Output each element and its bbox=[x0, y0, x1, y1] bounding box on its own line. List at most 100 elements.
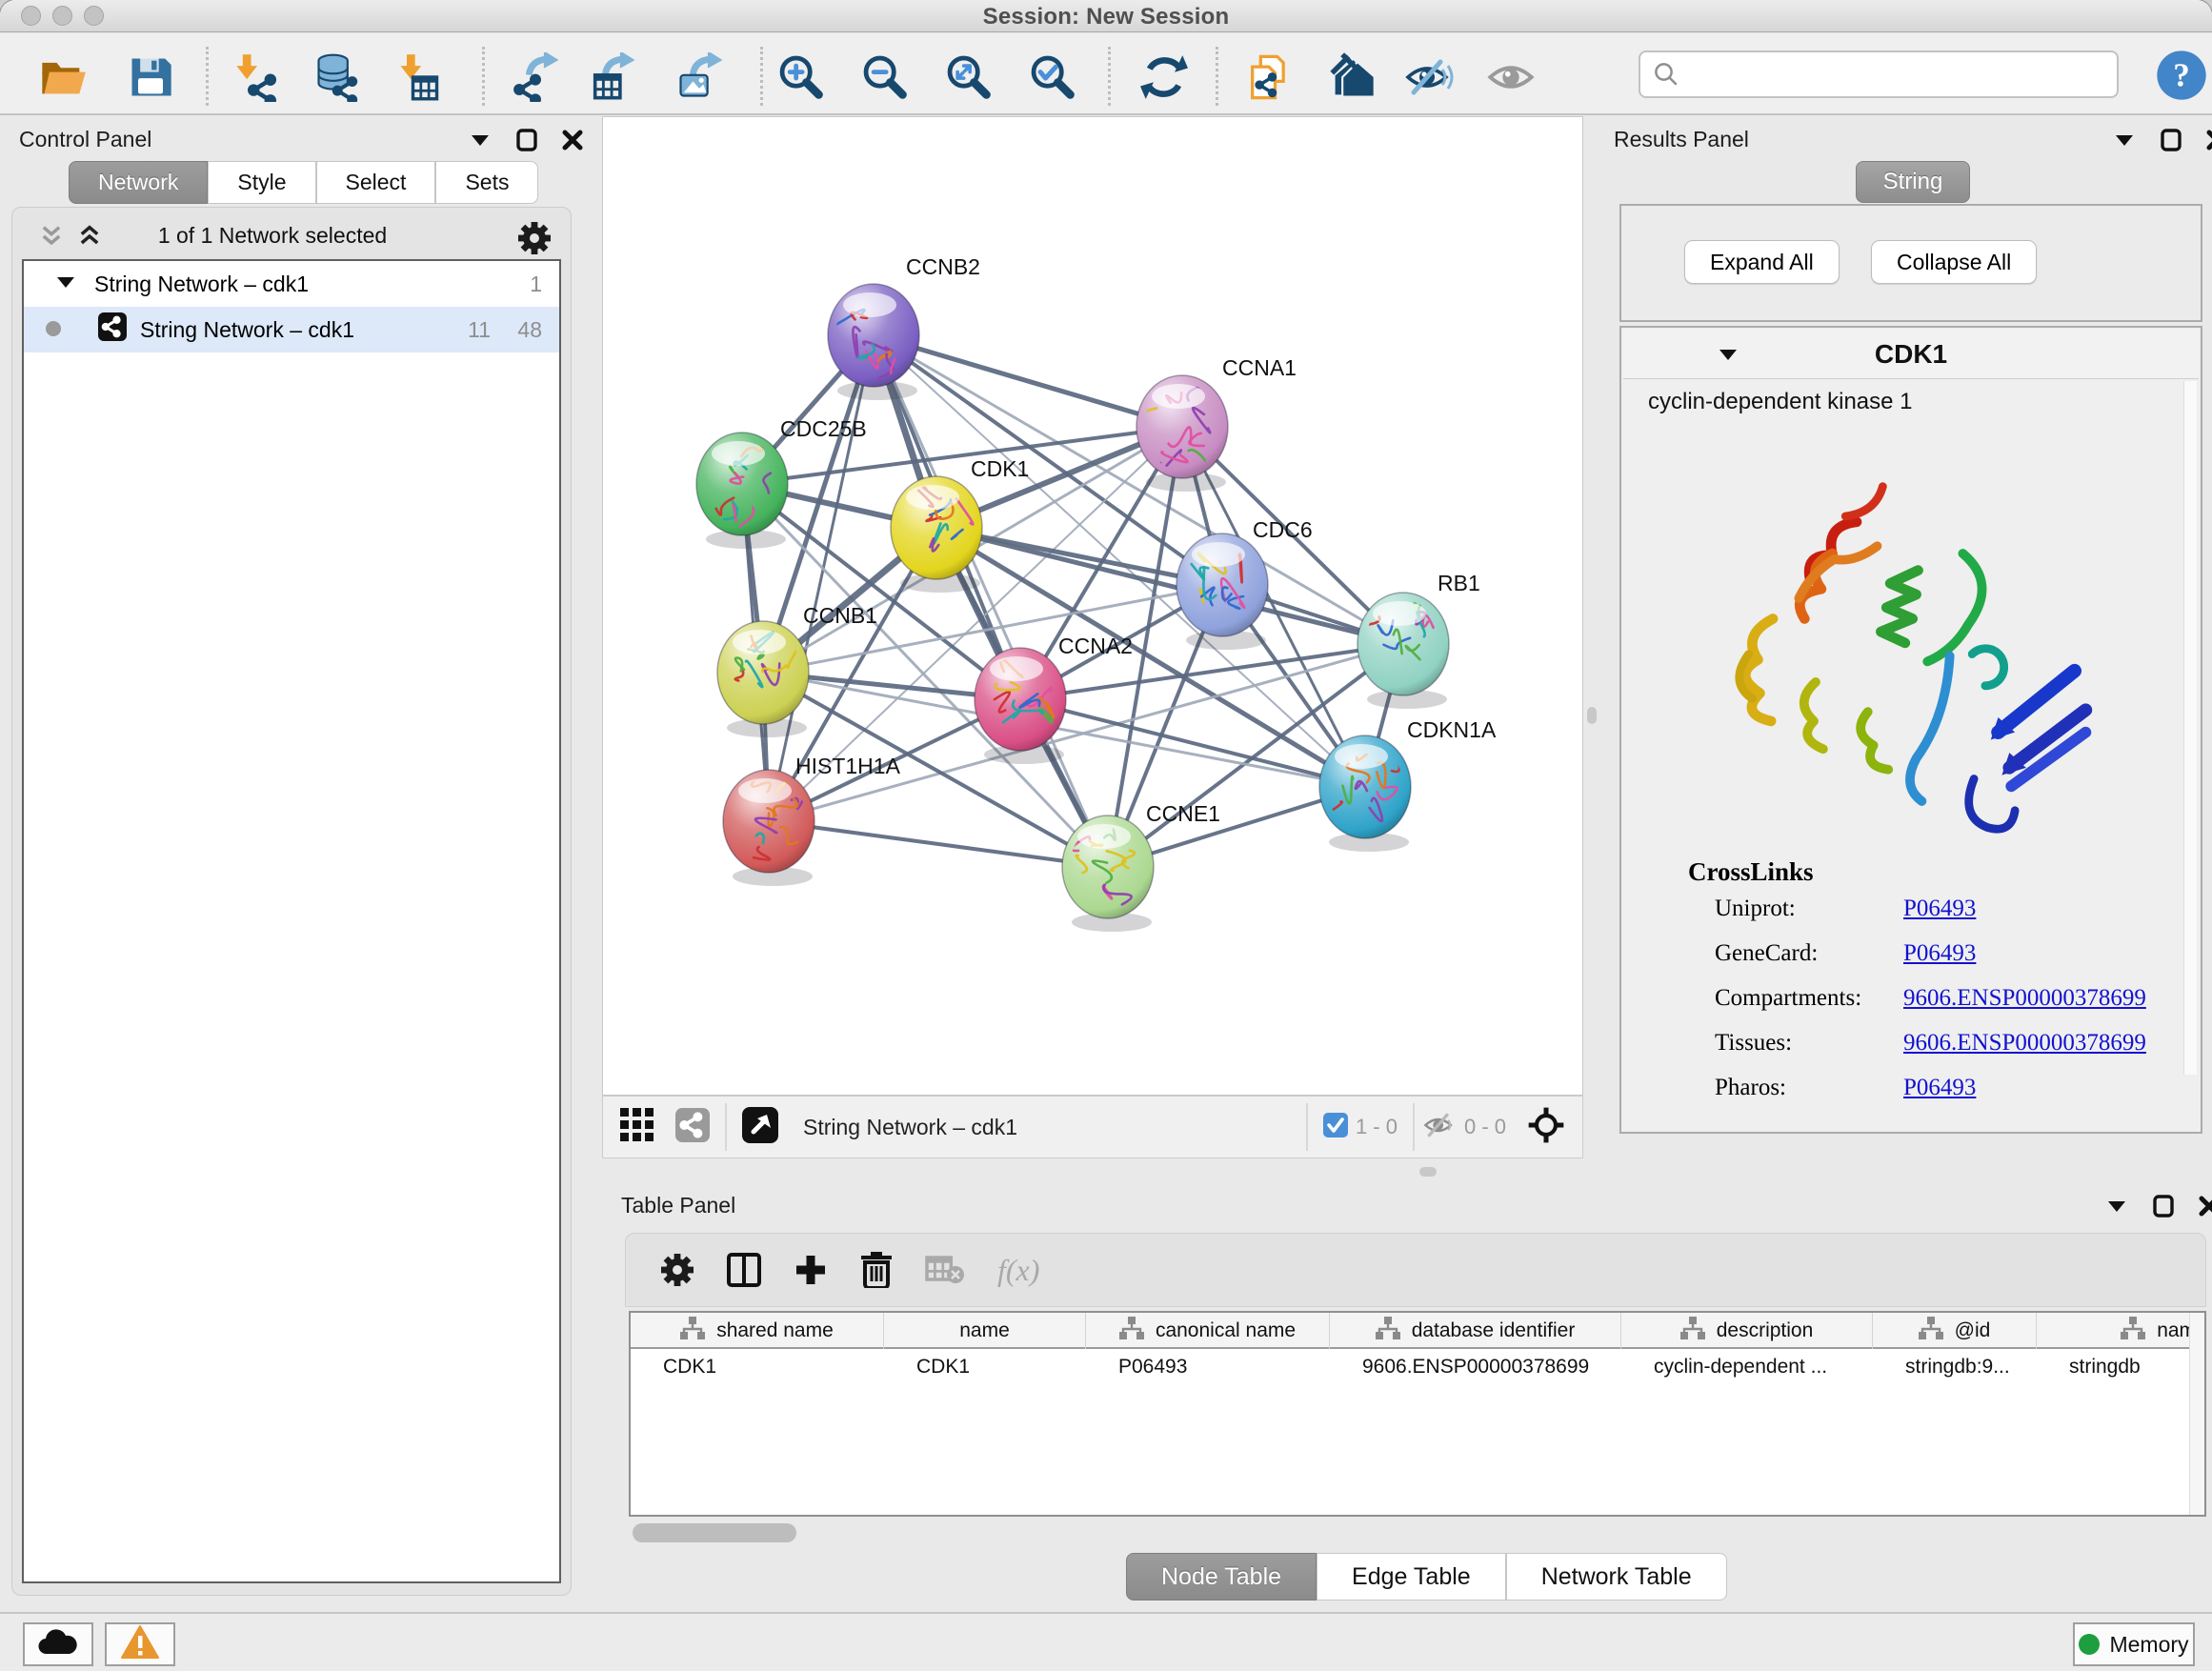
export-table-button[interactable] bbox=[585, 52, 638, 106]
import-network-database-button[interactable] bbox=[311, 52, 364, 106]
memory-status-dot-icon bbox=[2079, 1634, 2100, 1655]
tab-string[interactable]: String bbox=[1856, 161, 1970, 203]
selected-checkbox-icon[interactable] bbox=[1323, 1113, 1348, 1142]
network-canvas[interactable]: CCNB2CCNA1CDC25BCDK1CDC6RB1CCNB1CCNA2CDK… bbox=[602, 116, 1583, 1096]
table-vertical-scrollbar[interactable] bbox=[2189, 1313, 2204, 1515]
svg-text:?: ? bbox=[2173, 57, 2190, 94]
crosslink-link[interactable]: P06493 bbox=[1903, 1075, 1976, 1101]
table-row[interactable]: CDK1CDK1P064939606.ENSP00000378699cyclin… bbox=[631, 1349, 2206, 1385]
clone-network-button[interactable] bbox=[1242, 52, 1296, 106]
panel-float-button[interactable] bbox=[469, 131, 492, 149]
gene-description: cyclin-dependent kinase 1 bbox=[1648, 389, 1913, 415]
clear-table-icon bbox=[925, 1254, 965, 1286]
crosslink-row: Pharos:P06493 bbox=[1715, 1075, 2172, 1119]
results-panel-title: Results Panel bbox=[1614, 127, 1749, 152]
status-bar: Memory bbox=[0, 1612, 2212, 1671]
column-header-canonical-name[interactable]: canonical name bbox=[1086, 1313, 1330, 1349]
table-options-gear-icon[interactable] bbox=[660, 1253, 694, 1287]
open-session-button[interactable] bbox=[36, 52, 90, 106]
tab-network-table[interactable]: Network Table bbox=[1506, 1553, 1727, 1601]
column-header-@id[interactable]: @id bbox=[1873, 1313, 2037, 1349]
cloud-button[interactable] bbox=[23, 1622, 93, 1666]
horizontal-splitter[interactable] bbox=[602, 1158, 2212, 1185]
panel-maximize-button[interactable] bbox=[516, 129, 537, 151]
results-scrollbar[interactable] bbox=[2183, 381, 2197, 1075]
tab-node-table[interactable]: Node Table bbox=[1126, 1553, 1317, 1601]
vertical-splitter[interactable] bbox=[1583, 116, 1600, 1158]
zoom-out-button[interactable] bbox=[857, 52, 911, 106]
network-list-panel: 1 of 1 Network selected String Network –… bbox=[11, 207, 572, 1596]
hierarchy-icon bbox=[1119, 1316, 1144, 1346]
birds-eye-view-icon[interactable] bbox=[620, 1108, 654, 1147]
table-cell[interactable]: CDK1 bbox=[631, 1349, 884, 1385]
home-button[interactable] bbox=[1326, 52, 1379, 106]
crosslink-link[interactable]: 9606.ENSP00000378699 bbox=[1903, 985, 2146, 1012]
zoom-fit-button[interactable] bbox=[941, 52, 995, 106]
network-collection-row[interactable]: String Network – cdk1 1 bbox=[24, 261, 559, 307]
collapse-all-button[interactable]: Collapse All bbox=[1871, 240, 2037, 284]
search-input[interactable] bbox=[1680, 55, 2117, 93]
houses-icon bbox=[1328, 52, 1377, 107]
panel-float-button[interactable] bbox=[2113, 131, 2136, 149]
expand-all-button[interactable]: Expand All bbox=[1684, 240, 1840, 284]
gene-symbol: CDK1 bbox=[1623, 339, 2199, 370]
detach-view-icon[interactable] bbox=[742, 1107, 778, 1148]
show-columns-icon[interactable] bbox=[727, 1253, 761, 1287]
gene-section-header[interactable]: CDK1 bbox=[1623, 330, 2199, 379]
column-header-shared-name[interactable]: shared name bbox=[631, 1313, 884, 1349]
column-header-namespace[interactable]: namespace bbox=[2037, 1313, 2206, 1349]
table-cell[interactable]: stringdb:9... bbox=[1873, 1349, 2037, 1385]
table-panel: Table Panel f(x) shared namenamecanonica… bbox=[602, 1185, 2212, 1612]
crosslink-link[interactable]: P06493 bbox=[1903, 896, 1976, 922]
column-header-database-identifier[interactable]: database identifier bbox=[1330, 1313, 1621, 1349]
panel-float-button[interactable] bbox=[2105, 1198, 2128, 1215]
panel-close-button[interactable] bbox=[2199, 1196, 2212, 1217]
panel-close-button[interactable] bbox=[2206, 130, 2212, 151]
crosslink-link[interactable]: P06493 bbox=[1903, 940, 1976, 967]
export-network-button[interactable] bbox=[509, 52, 562, 106]
help-button[interactable]: ? bbox=[2155, 49, 2208, 102]
network-row-selected[interactable]: String Network – cdk1 11 48 bbox=[24, 307, 559, 352]
crosslink-link[interactable]: 9606.ENSP00000378699 bbox=[1903, 1030, 2146, 1057]
memory-button[interactable]: Memory bbox=[2073, 1622, 2195, 1666]
warnings-button[interactable] bbox=[105, 1622, 175, 1666]
tab-style[interactable]: Style bbox=[208, 161, 315, 204]
table-tabs: Node TableEdge TableNetwork Table bbox=[1126, 1553, 1727, 1601]
refresh-button[interactable] bbox=[1137, 52, 1191, 106]
column-header-description[interactable]: description bbox=[1621, 1313, 1873, 1349]
export-image-icon bbox=[674, 52, 724, 107]
table-cell[interactable]: P06493 bbox=[1086, 1349, 1330, 1385]
save-icon bbox=[126, 52, 175, 107]
zoom-selected-button[interactable] bbox=[1025, 52, 1078, 106]
add-column-icon[interactable] bbox=[794, 1253, 828, 1287]
fit-selection-crosshair-icon[interactable] bbox=[1527, 1106, 1565, 1149]
delete-column-icon[interactable] bbox=[860, 1252, 893, 1288]
import-table-button[interactable] bbox=[392, 52, 446, 106]
panel-maximize-button[interactable] bbox=[2153, 1195, 2174, 1218]
zoom-in-button[interactable] bbox=[774, 52, 827, 106]
show-visibility-button[interactable] bbox=[1484, 52, 1538, 106]
column-header-name[interactable]: name bbox=[884, 1313, 1086, 1349]
tab-select[interactable]: Select bbox=[316, 161, 436, 204]
table-cell[interactable]: cyclin-dependent ... bbox=[1621, 1349, 1873, 1385]
save-session-button[interactable] bbox=[124, 52, 177, 106]
table-cell[interactable]: 9606.ENSP00000378699 bbox=[1330, 1349, 1621, 1385]
crosslink-row: Tissues:9606.ENSP00000378699 bbox=[1715, 1030, 2172, 1075]
collection-expander-icon[interactable] bbox=[54, 272, 77, 297]
network-options-gear-icon[interactable] bbox=[517, 221, 552, 260]
tab-sets[interactable]: Sets bbox=[435, 161, 538, 204]
table-cell[interactable]: stringdb bbox=[2037, 1349, 2206, 1385]
export-image-button[interactable] bbox=[673, 52, 726, 106]
scrollbar-thumb[interactable] bbox=[633, 1523, 796, 1542]
table-horizontal-scrollbar[interactable] bbox=[629, 1520, 2206, 1545]
toolbar-separator bbox=[1216, 47, 1218, 106]
hide-visibility-button[interactable] bbox=[1402, 52, 1456, 106]
panel-close-button[interactable] bbox=[562, 130, 583, 151]
table-cell[interactable]: CDK1 bbox=[884, 1349, 1086, 1385]
hidden-eye-icon[interactable] bbox=[1422, 1110, 1457, 1145]
import-network-icon bbox=[232, 52, 282, 107]
tab-edge-table[interactable]: Edge Table bbox=[1317, 1553, 1506, 1601]
tab-network[interactable]: Network bbox=[69, 161, 208, 204]
import-network-file-button[interactable] bbox=[231, 52, 284, 106]
panel-maximize-button[interactable] bbox=[2161, 129, 2182, 151]
